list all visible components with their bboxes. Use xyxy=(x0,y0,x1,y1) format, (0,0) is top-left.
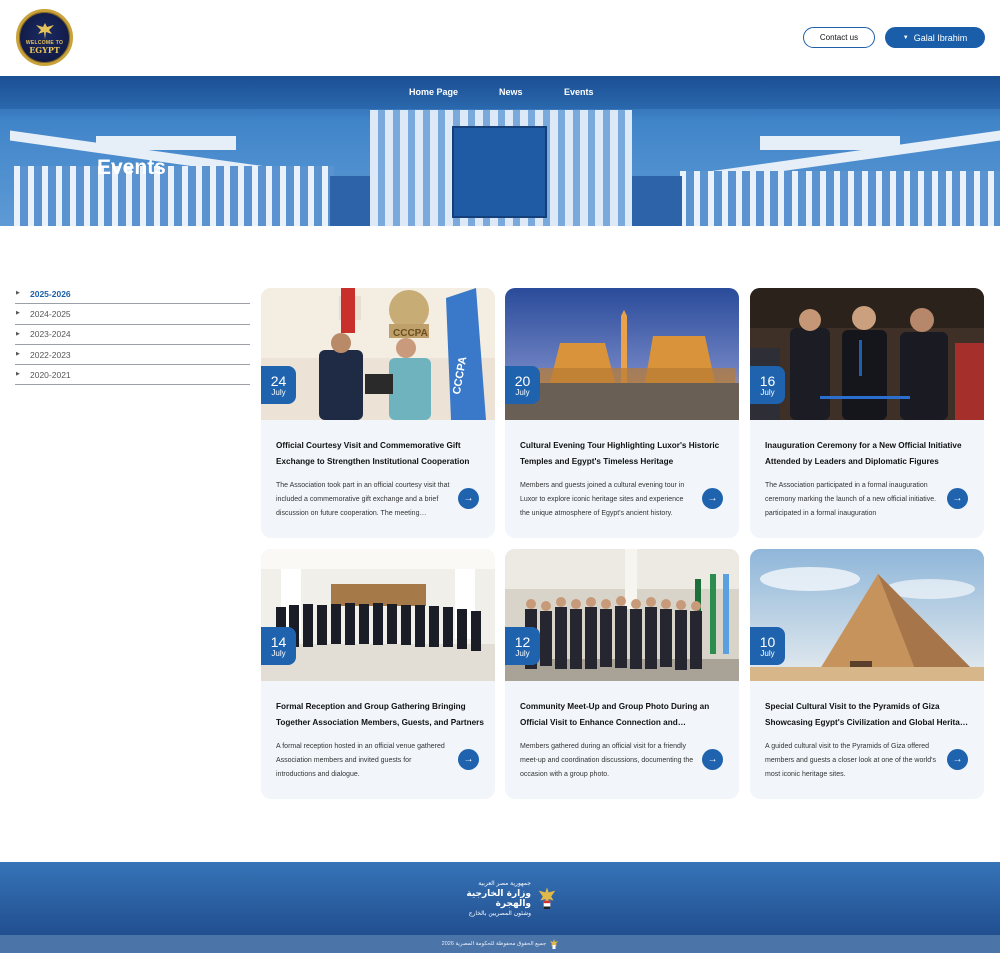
event-image xyxy=(750,288,984,420)
hero-banner: Home Page News Events Events xyxy=(0,76,1000,226)
page-title: Events xyxy=(97,156,166,179)
date-day: 12 xyxy=(514,633,531,650)
sidebar-item-label: 2022-2023 xyxy=(30,349,71,360)
event-description: A formal reception hosted in an official… xyxy=(276,743,445,778)
date-month: July xyxy=(760,648,775,658)
sidebar-item-2022-2023[interactable]: ▶ 2022-2023 xyxy=(15,345,250,366)
event-image xyxy=(261,549,495,681)
eagle-icon xyxy=(35,22,54,39)
date-month: July xyxy=(515,648,530,658)
date-badge: 12 July xyxy=(505,627,540,665)
event-description: Members and guests joined a cultural eve… xyxy=(520,482,685,517)
date-badge: 14 July xyxy=(261,627,296,665)
contact-us-button[interactable]: Contact us xyxy=(803,27,875,48)
date-badge: 16 July xyxy=(750,366,785,404)
sidebar-item-2020-2021[interactable]: ▶ 2020-2021 xyxy=(15,365,250,386)
cccpa-sign-top: CCCPA xyxy=(393,328,428,339)
user-name: Galal Ibrahim xyxy=(913,32,968,43)
nav-home-page[interactable]: Home Page xyxy=(409,87,458,97)
triangle-right-icon: ▶ xyxy=(16,371,20,378)
event-image xyxy=(750,549,984,681)
nav-news[interactable]: News xyxy=(499,87,523,97)
ministry-emblem[interactable]: جمهورية مصر العربية وزارة الخارجية والهج… xyxy=(445,879,557,919)
date-day: 14 xyxy=(270,633,287,650)
copyright-bar: جميع الحقوق محفوظة للحكومة المصرية 2026 xyxy=(0,935,1000,953)
building-left-wing xyxy=(330,176,370,226)
building-left xyxy=(14,166,334,226)
date-day: 24 xyxy=(270,372,287,389)
logo-line2: EGYPT xyxy=(29,44,60,55)
arrow-right-icon[interactable]: → xyxy=(458,488,479,509)
event-description: The Association took part in an official… xyxy=(276,482,450,517)
event-image xyxy=(505,549,739,681)
event-title[interactable]: Inauguration Ceremony for a New Official… xyxy=(765,438,973,470)
date-badge: 10 July xyxy=(750,627,785,665)
event-title[interactable]: Official Courtesy Visit and Commemorativ… xyxy=(276,438,484,470)
date-badge: 24 July xyxy=(261,366,296,404)
building-entrance xyxy=(452,126,547,218)
sidebar-item-2024-2025[interactable]: ▶ 2024-2025 xyxy=(15,304,250,325)
caret-down-icon: ▼ xyxy=(902,34,909,41)
event-image: CCCPA CCCPA xyxy=(261,288,495,420)
welcome-to-egypt-logo[interactable]: WELCOME TO EGYPT xyxy=(16,9,73,66)
copyright-text: جميع الحقوق محفوظة للحكومة المصرية 2026 xyxy=(441,941,547,947)
event-card[interactable]: 14 July Formal Reception and Group Gathe… xyxy=(261,549,495,799)
eagle-small-icon xyxy=(550,939,559,949)
event-description: Members gathered during an official visi… xyxy=(520,743,694,778)
footer: جمهورية مصر العربية وزارة الخارجية والهج… xyxy=(0,862,1000,935)
triangle-right-icon: ▶ xyxy=(16,330,20,337)
building-right xyxy=(680,171,1000,226)
event-card[interactable]: 12 July Community Meet-Up and Group Phot… xyxy=(505,549,739,799)
event-card[interactable]: 20 July Cultural Evening Tour Highlighti… xyxy=(505,288,739,538)
ministry-line1: جمهورية مصر العربية xyxy=(478,880,531,887)
arrow-right-icon[interactable]: → xyxy=(702,488,723,509)
date-day: 10 xyxy=(759,633,776,650)
date-month: July xyxy=(760,387,775,397)
eagle-icon xyxy=(538,887,556,909)
arrow-right-icon[interactable]: → xyxy=(458,749,479,770)
year-filter-sidebar: ▶ 2025-2026 ▶ 2024-2025 ▶ 2023-2024 ▶ 2022-2… xyxy=(15,284,250,386)
user-menu-button[interactable]: ▼ Galal Ibrahim xyxy=(885,27,985,48)
top-header: WELCOME TO EGYPT Contact us ▼ Galal Ibra… xyxy=(0,0,1000,76)
nav-events[interactable]: Events xyxy=(564,87,594,97)
date-month: July xyxy=(271,648,286,658)
sidebar-item-label: 2020-2021 xyxy=(30,369,71,380)
date-day: 20 xyxy=(514,372,531,389)
triangle-right-icon: ▶ xyxy=(16,310,20,317)
ministry-line3: وشئون المصريين بالخارج xyxy=(468,910,531,917)
event-title[interactable]: Community Meet-Up and Group Photo During… xyxy=(520,699,728,731)
event-title[interactable]: Cultural Evening Tour Highlighting Luxor… xyxy=(520,438,728,470)
event-card[interactable]: 10 July Special Cultural Visit to the Py… xyxy=(750,549,984,799)
date-badge: 20 July xyxy=(505,366,540,404)
event-description: A guided cultural visit to the Pyramids … xyxy=(765,743,936,778)
triangle-right-icon: ▶ xyxy=(16,350,20,357)
triangle-right-icon: ▶ xyxy=(16,290,20,296)
building-right-wing xyxy=(632,176,682,226)
date-month: July xyxy=(515,387,530,397)
sidebar-item-2023-2024[interactable]: ▶ 2023-2024 xyxy=(15,325,250,345)
ministry-line2: وزارة الخارجية والهجرة xyxy=(466,889,531,909)
event-title[interactable]: Formal Reception and Group Gathering Bri… xyxy=(276,699,484,731)
event-description: The Association participated in a formal… xyxy=(765,482,937,517)
arrow-right-icon[interactable]: → xyxy=(947,749,968,770)
arrow-right-icon[interactable]: → xyxy=(702,749,723,770)
sidebar-item-label: 2025-2026 xyxy=(30,288,71,299)
sidebar-item-label: 2024-2025 xyxy=(30,308,71,319)
sidebar-item-2025-2026[interactable]: ▶ 2025-2026 xyxy=(15,284,250,305)
event-image xyxy=(505,288,739,420)
building-roof-left-top xyxy=(96,136,236,150)
event-title[interactable]: Special Cultural Visit to the Pyramids o… xyxy=(765,699,973,731)
building-roof-right-top xyxy=(760,136,900,150)
arrow-right-icon[interactable]: → xyxy=(947,488,968,509)
sidebar-item-label: 2023-2024 xyxy=(30,329,71,340)
ministry-name: جمهورية مصر العربية وزارة الخارجية والهج… xyxy=(445,879,531,919)
date-month: July xyxy=(271,387,286,397)
event-card[interactable]: CCCPA CCCPA 24 July Official Courtesy Vi… xyxy=(261,288,495,538)
event-card[interactable]: 16 July Inauguration Ceremony for a New … xyxy=(750,288,984,538)
date-day: 16 xyxy=(759,372,776,389)
